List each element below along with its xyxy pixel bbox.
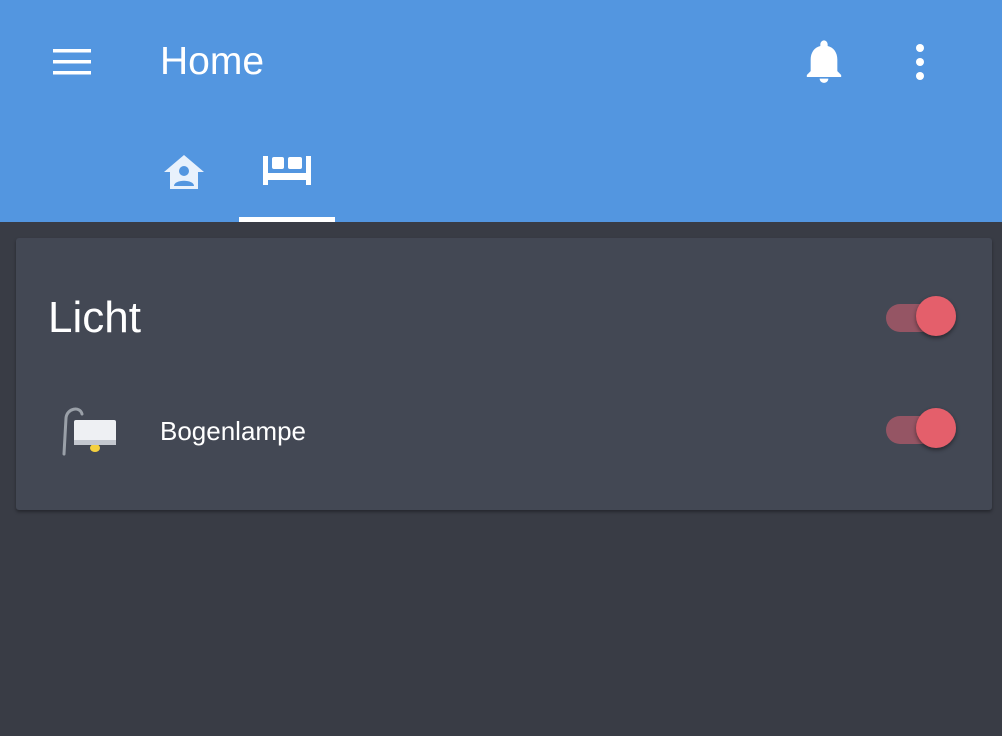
app-root: Home Licht Bogenlampe [0,0,1002,736]
more-vert-icon [916,44,924,80]
toggle-thumb [916,296,956,336]
selected-tab-indicator [239,217,335,222]
page-title: Home [160,40,265,83]
tab-bedroom[interactable] [239,130,335,222]
home-account-icon [164,155,204,189]
more-options-button[interactable] [896,38,944,86]
menu-icon [53,49,91,75]
entity-toggle[interactable] [884,408,964,452]
floor-lamp-icon [62,407,116,456]
menu-button[interactable] [48,38,96,86]
card-title: Licht [48,293,141,342]
app-header: Home [0,0,1002,222]
group-toggle[interactable] [884,296,964,340]
bed-icon [263,156,311,185]
light-group-card: Licht Bogenlampe [16,238,992,510]
entity-name: Bogenlampe [160,416,306,446]
toggle-thumb [916,408,956,448]
notifications-button[interactable] [800,38,848,86]
tab-home[interactable] [136,130,232,222]
entity-icon-button[interactable] [60,402,120,462]
bell-icon [806,40,842,83]
